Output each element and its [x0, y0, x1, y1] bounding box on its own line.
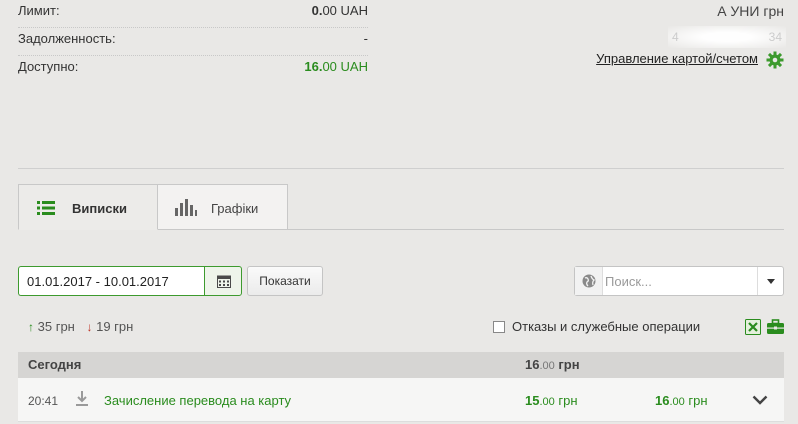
arrow-down-icon: ↓ [86, 320, 93, 334]
totals: ↑ 35 грн ↓ 19 грн [28, 319, 141, 334]
refusals-label: Отказы и служебные операции [512, 319, 701, 334]
tx-amount: 15.00 грн [525, 393, 578, 408]
card-number-blurred: 4 34 [668, 26, 786, 48]
globe-icon [582, 274, 596, 288]
list-icon [37, 201, 55, 215]
chevron-down-icon[interactable] [752, 395, 768, 405]
limit-row: Лимит: 0.00 UAH [18, 0, 368, 28]
search-dropdown-button[interactable] [757, 267, 783, 295]
limit-label: Лимит: [18, 3, 60, 18]
refusals-checkbox[interactable] [493, 321, 505, 333]
search-input[interactable] [605, 268, 755, 294]
group-title: Сегодня [28, 357, 82, 372]
group-sum: 16.00 грн [525, 357, 580, 372]
tab-statements[interactable]: Виписки [18, 184, 158, 230]
card-name: А УНИ грн [717, 3, 784, 19]
tx-balance: 16.00 грн [655, 393, 708, 408]
debt-label: Задолженность: [18, 31, 116, 46]
expense-total: ↓ 19 грн [86, 319, 134, 334]
calendar-icon [217, 275, 231, 288]
excel-export-icon[interactable] [745, 319, 761, 335]
show-button[interactable]: Показати [247, 266, 323, 296]
search-box [574, 266, 784, 296]
available-value: 16.00 UAH [304, 59, 368, 74]
table-row[interactable]: 20:41 Зачисление перевода на карту 15.00… [18, 378, 784, 422]
debt-row: Задолженность: - [18, 28, 368, 56]
arrow-up-icon: ↑ [28, 320, 34, 334]
section-divider [18, 168, 784, 169]
briefcase-icon[interactable] [767, 319, 784, 335]
download-icon [76, 391, 88, 406]
tab-charts-label: Графіки [211, 201, 259, 216]
group-header-today: Сегодня 16.00 грн [18, 352, 784, 378]
calendar-button[interactable] [204, 266, 242, 296]
bar-chart-icon [175, 199, 197, 216]
date-range-input[interactable] [18, 266, 204, 296]
limit-value: 0.00 UAH [311, 3, 368, 18]
tx-description[interactable]: Зачисление перевода на карту [104, 393, 291, 408]
tab-charts[interactable]: Графіки [157, 184, 288, 230]
tx-time: 20:41 [28, 394, 59, 408]
tab-statements-label: Виписки [72, 201, 127, 216]
available-label: Доступно: [18, 59, 79, 74]
globe-icon-box [575, 267, 603, 295]
caret-down-icon [767, 279, 775, 284]
manage-card-link[interactable]: Управление картой/счетом [596, 51, 758, 66]
debt-value: - [363, 31, 368, 46]
income-total: ↑ 35 грн [28, 319, 75, 334]
available-row: Доступно: 16.00 UAH [18, 56, 368, 84]
gear-icon[interactable] [766, 51, 784, 69]
